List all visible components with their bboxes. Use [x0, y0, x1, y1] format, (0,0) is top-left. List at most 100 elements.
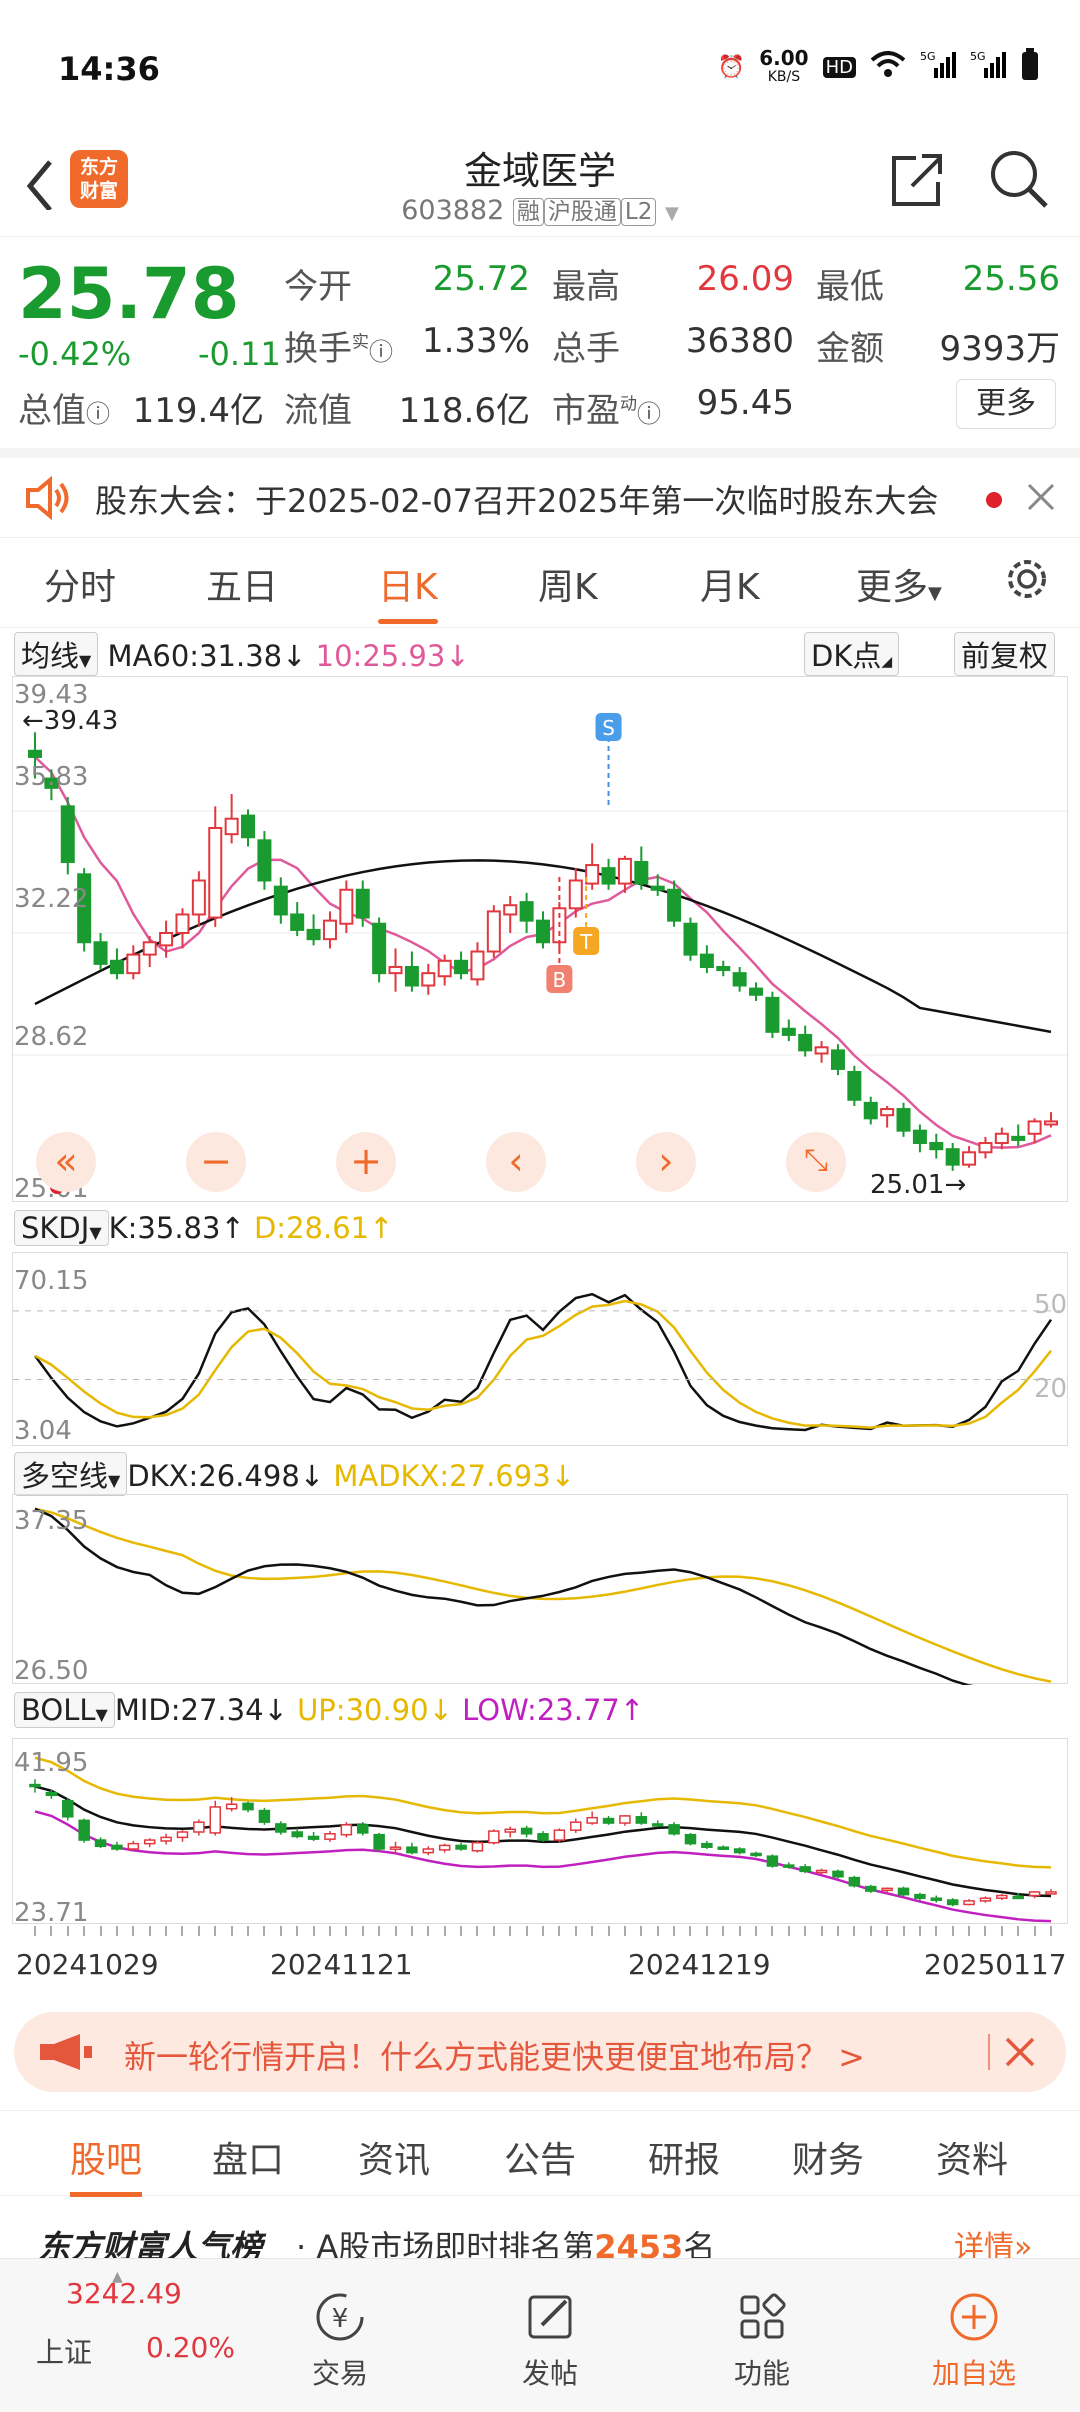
- tab-monthly-k[interactable]: 月K: [700, 558, 760, 610]
- tab-research[interactable]: 研报: [648, 2131, 720, 2183]
- nav-function[interactable]: 功能: [692, 2289, 832, 2392]
- boll-candle-body: [504, 1828, 516, 1833]
- mcap-label: 总值ⓘ: [18, 391, 110, 431]
- dk-point-selector[interactable]: DK点◢: [804, 632, 900, 676]
- boll-candle-body: [127, 1842, 140, 1850]
- tab-guba[interactable]: 股吧: [70, 2131, 143, 2197]
- fullscreen-button[interactable]: ⤡: [786, 1132, 846, 1192]
- scroll-left-button[interactable]: ‹: [486, 1132, 546, 1192]
- skdj-panel[interactable]: [12, 1252, 1069, 1446]
- boll-selector[interactable]: BOLL▼: [14, 1692, 115, 1728]
- boll-candle-body: [225, 1803, 238, 1810]
- candle-body: [962, 1151, 977, 1166]
- date-tick: [689, 1926, 692, 1936]
- tab-orderbook[interactable]: 盘口: [212, 2131, 284, 2183]
- tab-news[interactable]: 资讯: [358, 2131, 430, 2183]
- more-quote-button[interactable]: 更多: [956, 379, 1056, 429]
- candle-body: [585, 864, 600, 885]
- nav-trade[interactable]: ¥ 交易: [270, 2289, 410, 2392]
- index-name: 上证: [36, 2336, 93, 2369]
- announcement-bar[interactable]: 股东大会：于2025-02-07召开2025年第一次临时股东大会: [0, 448, 1080, 538]
- signal-icon-1: 5G: [920, 50, 956, 84]
- tab-finance[interactable]: 财务: [792, 2131, 864, 2183]
- scroll-right-button[interactable]: ›: [636, 1132, 696, 1192]
- candle-body: [241, 814, 256, 839]
- dkx-chart: [34, 1507, 1052, 1693]
- promo-banner[interactable]: 新一轮行情开启！什么方式能更快更便宜地布局？ >: [14, 2012, 1066, 2092]
- date-tick: [542, 1926, 544, 1936]
- nav-add-label: 加自选: [931, 2357, 1016, 2390]
- nav-trade-label: 交易: [311, 2357, 368, 2390]
- close-icon[interactable]: [1026, 482, 1056, 512]
- candle-body: [912, 1129, 927, 1145]
- skdj-k: K:35.83: [108, 1211, 221, 1245]
- skdj-legend: SKDJ▼ K:35.83↑ D:28.61↑: [14, 1210, 393, 1246]
- date-tick: [673, 1926, 676, 1936]
- close-icon[interactable]: [1004, 2036, 1036, 2068]
- boll-candle-body: [45, 1791, 58, 1797]
- date-tick: [247, 1926, 250, 1936]
- pe-value: 95.45: [696, 383, 794, 423]
- edit-icon: [528, 2295, 572, 2339]
- candle-body: [142, 941, 157, 956]
- chart-period-tabs: 分时 五日 日K 周K 月K 更多▼: [0, 538, 1080, 628]
- tab-intraday[interactable]: 分时: [44, 558, 116, 610]
- candle-body: [732, 972, 747, 987]
- dkx-selector[interactable]: 多空线▼: [14, 1452, 128, 1496]
- ma-selector[interactable]: 均线▼: [14, 632, 99, 676]
- index-value[interactable]: 3242.49: [10, 2277, 182, 2310]
- boll-candle-body: [914, 1893, 926, 1899]
- settings-gear-icon[interactable]: [1004, 556, 1050, 602]
- date-tick: [755, 1926, 758, 1936]
- caret-down-icon[interactable]: ▼: [665, 203, 679, 224]
- info-icon[interactable]: ⓘ: [369, 338, 393, 366]
- date-tick: [1050, 1926, 1052, 1936]
- date-tick: [394, 1926, 397, 1936]
- tab-daily-k[interactable]: 日K: [378, 558, 438, 624]
- date-tick: [820, 1926, 823, 1936]
- date-tick: [902, 1926, 905, 1936]
- boll-candle-body: [815, 1869, 828, 1874]
- date-tick: [361, 1926, 364, 1936]
- level2-tag[interactable]: L2: [620, 198, 657, 226]
- info-icon[interactable]: ⓘ: [637, 400, 661, 428]
- candle-body: [650, 885, 665, 891]
- date-tick: [951, 1926, 954, 1936]
- tab-announcement[interactable]: 公告: [504, 2131, 576, 2183]
- boll-candle-body: [963, 1900, 975, 1906]
- zoom-out-button[interactable]: −: [186, 1132, 246, 1192]
- kline-panel[interactable]: S TB: [12, 676, 1069, 1202]
- date-tick: [509, 1926, 512, 1936]
- search-button[interactable]: [988, 148, 1050, 210]
- tab-more[interactable]: 更多▼: [856, 558, 942, 610]
- candle-body: [765, 996, 780, 1033]
- nav-post[interactable]: 发帖: [480, 2289, 620, 2392]
- scroll-left-fast-button[interactable]: «: [36, 1132, 96, 1192]
- pe-label: 市盈动ⓘ: [552, 391, 661, 431]
- skdj-selector[interactable]: SKDJ▼: [14, 1210, 109, 1246]
- dkx-panel[interactable]: [12, 1494, 1068, 1693]
- info-icon[interactable]: ⓘ: [86, 400, 110, 428]
- boll-candle-body: [471, 1841, 484, 1852]
- volume-value: 36380: [685, 321, 794, 361]
- boll-candle-body: [733, 1848, 746, 1854]
- share-button[interactable]: [886, 148, 948, 210]
- zoom-in-button[interactable]: +: [336, 1132, 396, 1192]
- date-tick: [607, 1926, 610, 1936]
- popularity-rank-bar[interactable]: 东方财富人气榜 · A股市场即时排名第2453名 详情»: [0, 2198, 1080, 2266]
- nav-add-watchlist[interactable]: 加自选: [904, 2289, 1044, 2392]
- skdj-ref-50: 50: [1034, 1290, 1068, 1320]
- tab-profile[interactable]: 资料: [936, 2131, 1008, 2183]
- dkx-top: 37.35: [14, 1506, 89, 1536]
- tab-weekly-k[interactable]: 周K: [538, 558, 598, 610]
- date-label-1: 20241029: [16, 1948, 159, 1981]
- date-tick: [935, 1926, 938, 1936]
- date-tick: [132, 1926, 135, 1936]
- date-tick: [853, 1926, 856, 1936]
- boll-panel[interactable]: [12, 1738, 1068, 1924]
- date-tick: [230, 1926, 233, 1936]
- adjust-mode-button[interactable]: 前复权: [954, 632, 1056, 676]
- tab-five-day[interactable]: 五日: [206, 558, 278, 610]
- speaker-icon: [26, 476, 69, 520]
- date-tick: [34, 1926, 36, 1936]
